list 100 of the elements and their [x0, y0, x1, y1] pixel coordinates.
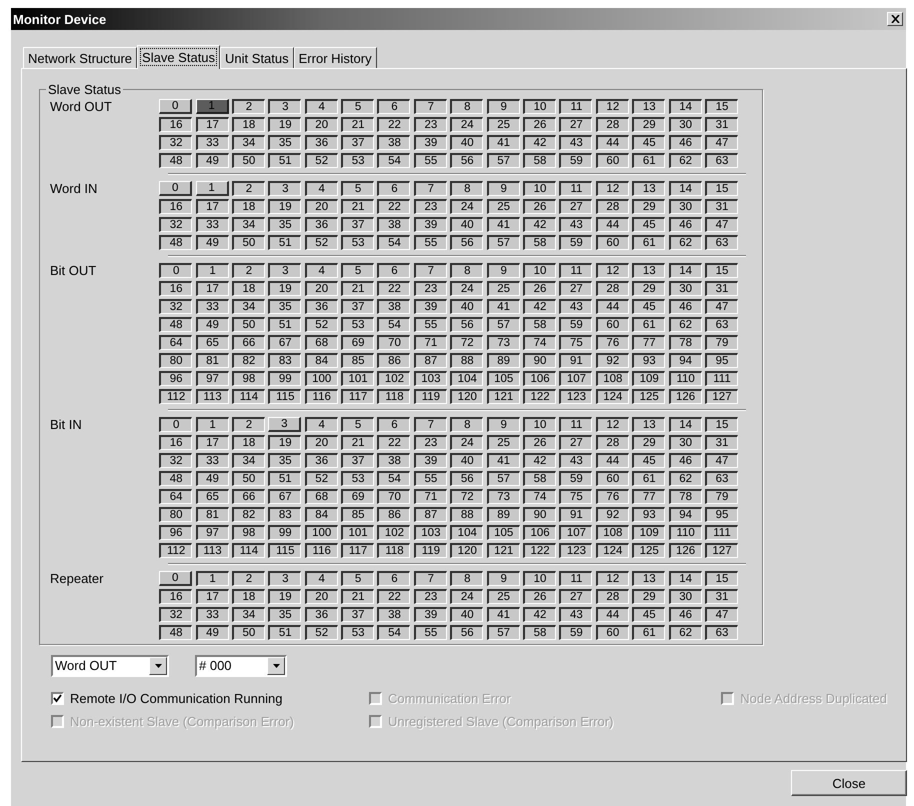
node-indicator: 31: [705, 117, 738, 132]
node-indicator: 95: [705, 353, 738, 368]
node-indicator: 38: [377, 217, 410, 232]
node-indicator: 35: [268, 135, 302, 150]
node-indicator: 123: [559, 543, 592, 558]
checkbox[interactable]: [51, 692, 64, 705]
node-indicator: 113: [196, 389, 229, 404]
node-indicator: 89: [486, 353, 520, 368]
group-title: Slave Status: [46, 82, 123, 97]
node-indicator: 46: [668, 607, 702, 622]
node-indicator: 121: [486, 389, 520, 404]
dropdown-arrow-button[interactable]: [149, 657, 167, 675]
node-indicator: 8: [450, 571, 484, 586]
node-indicator: 47: [705, 135, 738, 150]
node-indicator: 11: [559, 263, 592, 278]
close-button[interactable]: [887, 12, 903, 26]
node-indicator: 56: [450, 471, 484, 486]
node-indicator: 62: [668, 625, 702, 640]
node-indicator: 37: [341, 217, 374, 232]
node-indicator: 81: [196, 507, 229, 522]
node-indicator: 29: [632, 589, 666, 604]
node-indicator: 51: [268, 317, 302, 332]
node-indicator: 38: [377, 607, 410, 622]
node-indicator: 7: [414, 181, 447, 196]
node-indicator: 110: [668, 525, 702, 540]
node-indicator: 111: [705, 371, 738, 386]
node-indicator: 46: [668, 299, 702, 314]
node-indicator: 22: [377, 281, 410, 296]
node-indicator: 43: [559, 453, 592, 468]
tab[interactable]: Unit Status: [220, 47, 294, 68]
close-dialog-button[interactable]: Close: [791, 770, 907, 796]
node-indicator: 47: [705, 299, 738, 314]
tab[interactable]: Network Structure: [23, 47, 138, 68]
node-indicator: 22: [377, 435, 410, 450]
node-indicator: 0: [159, 99, 192, 114]
node-indicator: 126: [668, 543, 702, 558]
dropdown[interactable]: Word OUT: [51, 655, 169, 677]
node-indicator: 43: [559, 299, 592, 314]
node-indicator: 9: [486, 181, 520, 196]
tab[interactable]: Error History: [294, 47, 377, 68]
node-indicator: 57: [486, 625, 520, 640]
node-indicator: 54: [377, 471, 410, 486]
node-indicator: 55: [414, 625, 447, 640]
node-indicator: 120: [450, 543, 484, 558]
node-indicator: 30: [668, 435, 702, 450]
node-indicator: 71: [414, 335, 447, 350]
node-indicator: 30: [668, 589, 702, 604]
node-indicator: 59: [559, 625, 592, 640]
node-indicator: 115: [268, 543, 302, 558]
node-indicator: 62: [668, 153, 702, 168]
node-indicator: 61: [632, 471, 666, 486]
node-indicator: 70: [377, 489, 410, 504]
node-indicator: 27: [559, 589, 592, 604]
node-indicator: 26: [523, 281, 556, 296]
dropdown-arrow-button[interactable]: [267, 657, 285, 675]
node-indicator: 19: [268, 199, 302, 214]
node-indicator: 96: [159, 525, 192, 540]
node-indicator: 41: [486, 217, 520, 232]
node-indicator: 5: [341, 571, 374, 586]
node-indicator: 36: [304, 135, 338, 150]
node-indicator: 79: [705, 489, 738, 504]
node-indicator: 38: [377, 453, 410, 468]
node-indicator: 72: [450, 489, 484, 504]
node-indicator: 55: [414, 235, 447, 250]
node-indicator: 58: [523, 471, 556, 486]
node-indicator: 16: [159, 199, 192, 214]
node-indicator: 13: [632, 571, 666, 586]
node-indicator: 118: [377, 543, 410, 558]
node-indicator: 82: [232, 353, 265, 368]
node-indicator: 10: [523, 181, 556, 196]
node-indicator: 116: [304, 389, 338, 404]
node-indicator: 39: [414, 607, 447, 622]
node-indicator: 4: [304, 571, 338, 586]
node-indicator: 37: [341, 299, 374, 314]
node-indicator: 26: [523, 199, 556, 214]
node-indicator: 26: [523, 117, 556, 132]
node-indicator: 33: [196, 453, 229, 468]
node-indicator: 18: [232, 117, 265, 132]
node-indicator: 1: [196, 99, 229, 114]
node-indicator: 98: [232, 525, 265, 540]
node-indicator: 73: [486, 335, 520, 350]
node-indicator: 32: [159, 135, 192, 150]
node-indicator: 42: [523, 217, 556, 232]
node-indicator: 45: [632, 135, 666, 150]
node-indicator: 71: [414, 489, 447, 504]
node-indicator: 22: [377, 199, 410, 214]
node-indicator: 24: [450, 117, 484, 132]
node-indicator: 4: [304, 417, 338, 432]
node-indicator: 114: [232, 543, 265, 558]
node-indicator: 68: [304, 335, 338, 350]
node-indicator: 100: [304, 371, 338, 386]
node-indicator: 58: [523, 317, 556, 332]
node-indicator: 60: [596, 235, 629, 250]
node-indicator: 29: [632, 281, 666, 296]
node-indicator: 50: [232, 153, 265, 168]
node-indicator: 125: [632, 543, 666, 558]
node-indicator: 53: [341, 153, 374, 168]
tab[interactable]: Slave Status: [137, 45, 220, 69]
node-indicator: 61: [632, 317, 666, 332]
dropdown[interactable]: # 000: [195, 655, 287, 677]
